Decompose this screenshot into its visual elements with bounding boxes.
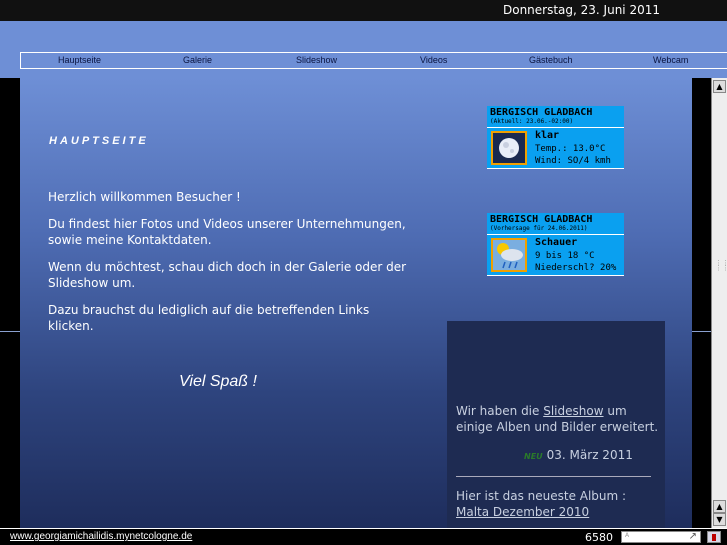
weather-current-widget[interactable]: BERGISCH GLADBACH (Aktuell: 23.06.-02:00…: [487, 106, 624, 169]
weather-timestamp: (Aktuell: 23.06.-02:00): [487, 118, 624, 128]
header-band: [0, 21, 727, 81]
weather-wind: Wind: SO/4 kmh: [535, 156, 611, 166]
left-frame: [0, 78, 20, 528]
news-date: NEU 03. März 2011: [524, 448, 633, 462]
intro-text: Du findest hier Fotos und Videos unserer…: [48, 217, 406, 247]
scroll-up-arrow-icon[interactable]: ▲: [713, 80, 726, 93]
arrow-icon: ↗: [688, 531, 697, 542]
page-title: HAUPTSEITE: [49, 135, 149, 147]
main-nav: Hauptseite Galerie Slideshow Videos Gäst…: [20, 52, 727, 69]
right-frame: [692, 78, 711, 528]
moon-clear-icon: [491, 131, 527, 165]
footer-action-button[interactable]: [707, 531, 721, 543]
visitor-counter: 6580: [585, 531, 613, 544]
nav-slideshow[interactable]: Slideshow: [296, 55, 337, 65]
nav-webcam[interactable]: Webcam: [653, 55, 688, 65]
footer-bar: www.georgiamichailidis.mynetcologne.de 6…: [0, 528, 727, 545]
current-date: Donnerstag, 23. Juni 2011: [502, 3, 660, 17]
weather-city: BERGISCH GLADBACH: [490, 107, 593, 118]
news-box: Wir haben die Slideshow um einige Alben …: [447, 321, 665, 528]
news-album-text: Hier ist das neueste Album : Malta Dezemb…: [456, 489, 627, 519]
links-hint-text: Dazu brauchst du lediglich auf die betre…: [48, 303, 370, 333]
forecast-temp: 9 bis 18 °C: [535, 251, 595, 261]
nav-galerie[interactable]: Galerie: [183, 55, 212, 65]
top-bar: Donnerstag, 23. Juni 2011: [0, 0, 727, 21]
vertical-scrollbar[interactable]: ▲ ⋮⋮ ⋮⋮ ▲ ▼: [711, 78, 727, 528]
weather-temp: Temp.: 13.0°C: [535, 144, 606, 154]
footer-input[interactable]: A ↗: [621, 531, 701, 543]
welcome-text: Herzlich willkommen Besucher !: [48, 190, 241, 204]
news-album-link[interactable]: Malta Dezember 2010: [456, 505, 589, 519]
fun-text: Viel Spaß !: [179, 373, 257, 390]
site-url-link[interactable]: www.georgiamichailidis.mynetcologne.de: [10, 531, 192, 542]
scroll-grip[interactable]: ⋮⋮ ⋮⋮: [715, 260, 727, 275]
nav-videos[interactable]: Videos: [420, 55, 447, 65]
scroll-up-arrow-icon-bottom[interactable]: ▲: [713, 500, 726, 513]
news-slideshow-text: Wir haben die Slideshow um einige Alben …: [456, 404, 659, 434]
sun-rain-icon: [491, 238, 527, 272]
nav-hauptseite[interactable]: Hauptseite: [58, 55, 101, 65]
forecast-date: (Vorhersage für 24.06.2011): [487, 225, 624, 235]
weather-forecast-widget[interactable]: BERGISCH GLADBACH (Vorhersage für 24.06.…: [487, 213, 624, 276]
forecast-rain: Niederschl? 20%: [535, 263, 617, 273]
forecast-condition: Schauer: [535, 237, 578, 248]
nav-gaestebuch[interactable]: Gästebuch: [529, 55, 573, 65]
gallery-hint-text: Wenn du möchtest, schau dich doch in der…: [48, 260, 407, 290]
scroll-down-arrow-icon[interactable]: ▼: [713, 513, 726, 526]
main-content: HAUPTSEITE Herzlich willkommen Besucher …: [20, 78, 692, 528]
weather-condition: klar: [535, 130, 560, 141]
news-divider: [456, 476, 651, 477]
news-slideshow-link[interactable]: Slideshow: [543, 404, 603, 418]
forecast-city: BERGISCH GLADBACH: [490, 214, 593, 225]
new-badge: NEU: [524, 452, 543, 461]
